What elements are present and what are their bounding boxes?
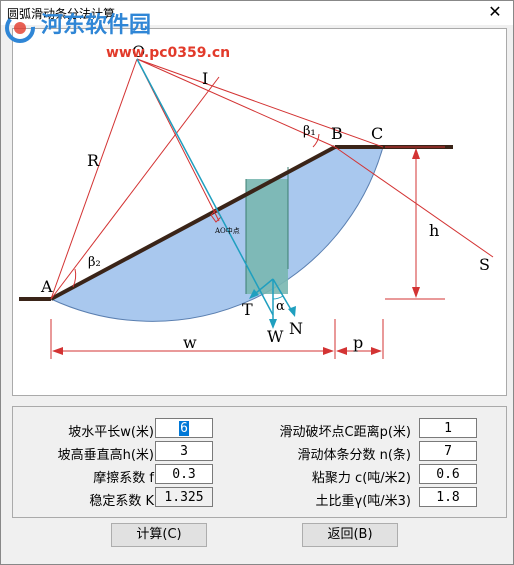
slice-count-input[interactable]: 7 [419, 441, 477, 461]
h-arrow-bottom [412, 287, 420, 298]
w-arrow-right [323, 347, 334, 355]
w-arrow-left [52, 347, 63, 355]
back-button[interactable]: 返回(B) [302, 523, 398, 547]
watermark-url: www.pc0359.cn [106, 45, 231, 61]
close-icon[interactable]: ✕ [485, 2, 505, 22]
label-C: C [371, 124, 384, 143]
label-N: N [289, 319, 303, 338]
slip-distance-p-input[interactable]: 1 [419, 418, 477, 438]
h-arrow-top [412, 148, 420, 159]
label-B: B [331, 124, 343, 143]
friction-coefficient-input[interactable]: 0.3 [155, 464, 213, 484]
label-cohesion: 粘聚力 c(吨/米2) [311, 471, 411, 486]
label-ao-midpoint: AO中点 [215, 227, 240, 235]
parameter-form: 坡水平长w(米) 6 滑动破坏点C距离p(米) 1 坡高垂直高h(米) 3 滑动… [12, 406, 507, 518]
dialog-window: 圆弧滑动条分法计算 ✕ O I R β₁ B C h S A β₂ AO中点 T… [0, 0, 514, 565]
label-stability-coefficient: 稳定系数 K [89, 494, 154, 509]
soil-unit-weight-input[interactable]: 1.8 [419, 487, 477, 507]
slope-horizontal-length-input[interactable]: 6 [155, 418, 213, 438]
label-slip-distance-p: 滑动破坏点C距离p(米) [279, 425, 411, 440]
p-arrow-left [336, 347, 347, 355]
slope-diagram [19, 58, 494, 359]
label-p: p [353, 333, 364, 352]
label-slice-count: 滑动体条分数 n(条) [297, 448, 411, 463]
label-slope-vertical-height: 坡高垂直高h(米) [57, 448, 154, 463]
diagram-canvas: O I R β₁ B C h S A β₂ AO中点 T α W N w p [12, 28, 507, 396]
label-W: W [267, 327, 284, 346]
swirl-logo-icon [5, 13, 35, 43]
p-arrow-right [371, 347, 382, 355]
label-alpha: α [276, 299, 285, 314]
label-beta1: β₁ [303, 124, 316, 139]
cohesion-input[interactable]: 0.6 [419, 464, 477, 484]
label-soil-unit-weight: 土比重γ(吨/米3) [315, 494, 412, 509]
slope-vertical-height-input[interactable]: 3 [155, 441, 213, 461]
stability-coefficient-output: 1.325 [155, 487, 213, 507]
watermark-brand: 河东软件园 [41, 12, 152, 38]
label-S: S [479, 255, 490, 274]
label-w: w [183, 333, 197, 352]
label-T: T [242, 300, 253, 319]
label-friction-coefficient: 摩擦系数 f [93, 471, 154, 486]
radius-line-C [136, 58, 384, 148]
label-A: A [41, 277, 53, 296]
label-beta2: β₂ [88, 255, 101, 270]
label-slope-horizontal-length: 坡水平长w(米) [68, 425, 154, 440]
label-R: R [87, 151, 100, 170]
label-I: I [202, 69, 209, 88]
label-h: h [429, 221, 440, 240]
calculate-button[interactable]: 计算(C) [111, 523, 207, 547]
